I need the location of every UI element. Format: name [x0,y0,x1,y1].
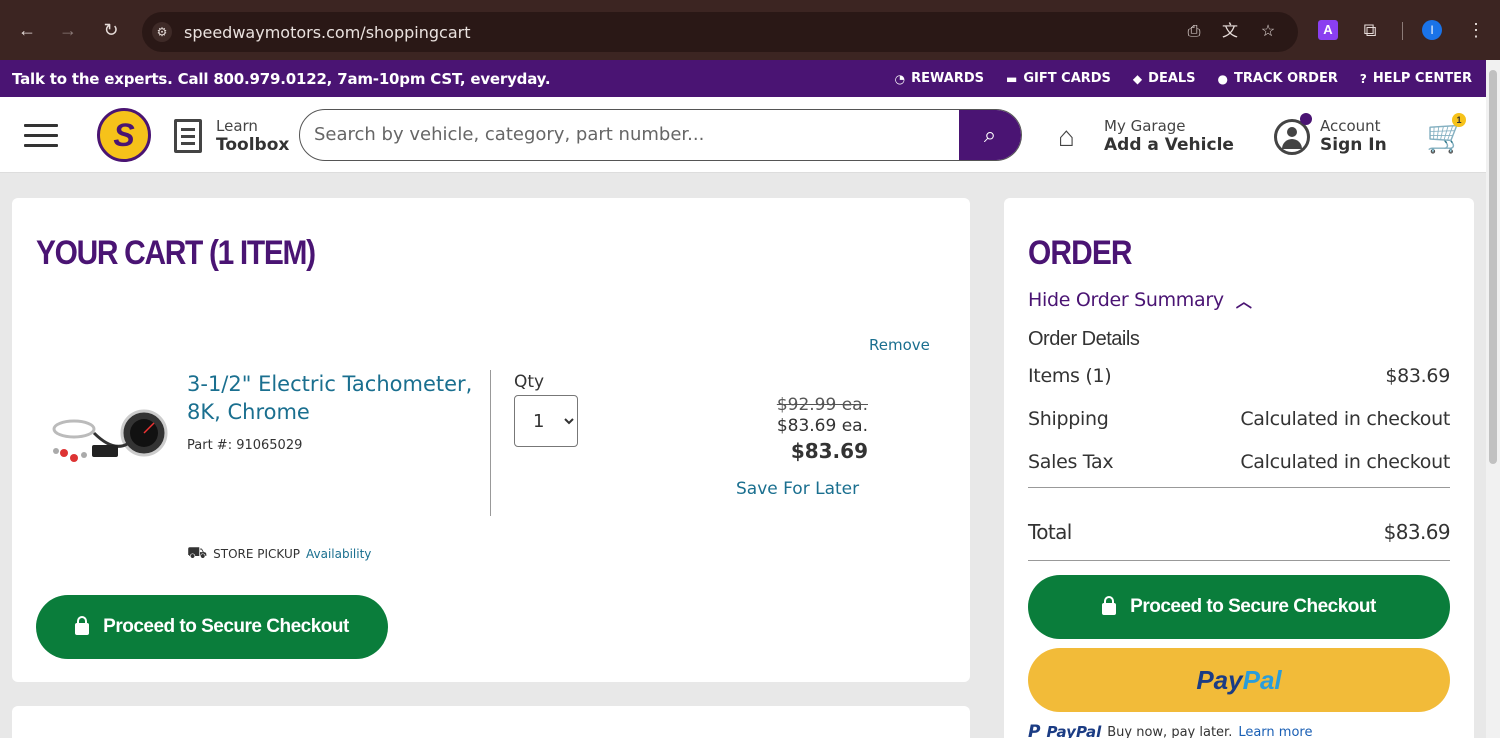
learn-more-link[interactable]: Learn more [1238,725,1312,738]
page-scrollbar[interactable] [1486,60,1500,738]
save-for-later-link[interactable]: Save For Later [736,479,859,499]
remove-link[interactable]: Remove [869,336,930,354]
lock-icon [75,616,90,635]
order-details-heading: Order Details [1028,328,1140,350]
unit-price: $83.69 ea. [776,416,868,436]
cart-panel-secondary [12,706,970,738]
store-pickup: ⛟ STORE PICKUP Availability [187,543,372,562]
total-row: Total $83.69 [1028,520,1451,544]
line-total: $83.69 [790,439,868,463]
site-header: S Learn Toolbox ⌕ ⌂ My Garage Add a Vehi… [0,97,1486,173]
paypal-button[interactable]: Pay Pal [1028,648,1450,712]
browser-chrome: ← → ↻ ⚙ speedwaymotors.com/shoppingcart … [0,0,1500,60]
site-info-icon[interactable]: ⚙ [152,22,172,42]
product-name-link[interactable]: 3-1/2" Electric Tachometer, 8K, Chrome [187,370,487,426]
location-pin-icon: ● [1217,71,1229,86]
promo-bar: Talk to the experts. Call 800.979.0122, … [0,60,1500,97]
speedway-logo[interactable]: S [97,108,151,162]
order-title: ORDER [1028,234,1133,272]
help-center-link[interactable]: ? HELP CENTER [1360,71,1472,86]
rewards-link[interactable]: ◔ REWARDS [895,71,984,86]
availability-link[interactable]: Availability [306,547,371,561]
back-icon[interactable]: ← [16,19,38,41]
lock-icon [1102,596,1117,615]
search-input[interactable] [314,110,954,159]
translate-icon[interactable]: 文 [1220,22,1240,42]
address-bar[interactable]: ⚙ speedwaymotors.com/shoppingcart ⎙ 文 ☆ [142,12,1298,52]
help-icon: ? [1359,71,1367,86]
items-row: Items (1) $83.69 [1028,365,1450,387]
paypal-paylater: P PayPal Buy now, pay later. Learn more [1028,722,1312,738]
order-summary-panel: ORDER Hide Order Summary ︿ Order Details… [1004,198,1474,738]
deals-link[interactable]: ◆ DEALS [1133,71,1196,86]
quantity-select[interactable]: 1 [514,395,578,447]
gift-cards-link[interactable]: ▬ GIFT CARDS [1006,71,1111,86]
garage-icon: ⌂ [1058,121,1075,152]
product-image[interactable] [44,383,170,493]
promo-text: Talk to the experts. Call 800.979.0122, … [12,70,551,88]
hide-order-summary-toggle[interactable]: Hide Order Summary ︿ [1028,288,1252,312]
reload-icon[interactable]: ↻ [100,19,122,41]
install-app-icon[interactable]: ⎙ [1184,22,1204,42]
browser-menu-icon[interactable]: ⋮ [1466,20,1486,40]
toolbox-icon [174,119,202,153]
total-divider [1028,560,1450,561]
scrollbar-thumb[interactable] [1489,70,1497,464]
order-checkout-button[interactable]: Proceed to Secure Checkout [1028,575,1450,639]
paypal-icon: P [1028,722,1041,738]
notification-dot [1300,113,1312,125]
profile-avatar[interactable]: I [1422,20,1442,40]
shipping-row: Shipping Calculated in checkout [1028,408,1450,430]
tag-icon: ◆ [1132,71,1143,86]
forward-icon[interactable]: → [57,19,79,41]
hand-truck-icon: ⛟ [187,543,208,562]
sales-tax-row: Sales Tax Calculated in checkout [1028,451,1450,473]
cart-title: YOUR CART (1 ITEM) [36,234,316,272]
bookmark-star-icon[interactable]: ☆ [1258,22,1278,42]
part-number: Part #: 91065029 [187,438,303,453]
summary-divider [1028,487,1450,488]
toolbar-divider [1402,22,1403,40]
extension-icon[interactable]: A [1318,20,1338,40]
chevron-up-icon: ︿ [1235,292,1252,311]
track-order-link[interactable]: ● TRACK ORDER [1218,71,1338,86]
search-icon: ⌕ [983,122,997,147]
cart-count-badge: 1 [1452,113,1466,127]
qty-label: Qty [514,372,545,392]
item-divider [490,370,491,516]
search-button[interactable]: ⌕ [959,110,1021,160]
cart-icon[interactable]: 🛒 1 [1426,113,1466,154]
search-bar: ⌕ [299,109,1022,161]
checkout-button[interactable]: Proceed to Secure Checkout [36,595,388,659]
gift-card-icon: ▬ [1006,71,1018,86]
url-text[interactable]: speedwaymotors.com/shoppingcart [184,23,470,42]
cart-panel: YOUR CART (1 ITEM) Remove 3-1/2" Electri… [12,198,970,682]
extensions-puzzle-icon[interactable]: ⧉ [1360,20,1380,40]
rewards-icon: ◔ [894,71,906,86]
hamburger-menu-icon[interactable] [24,124,58,148]
original-price: $92.99 ea. [776,395,868,415]
